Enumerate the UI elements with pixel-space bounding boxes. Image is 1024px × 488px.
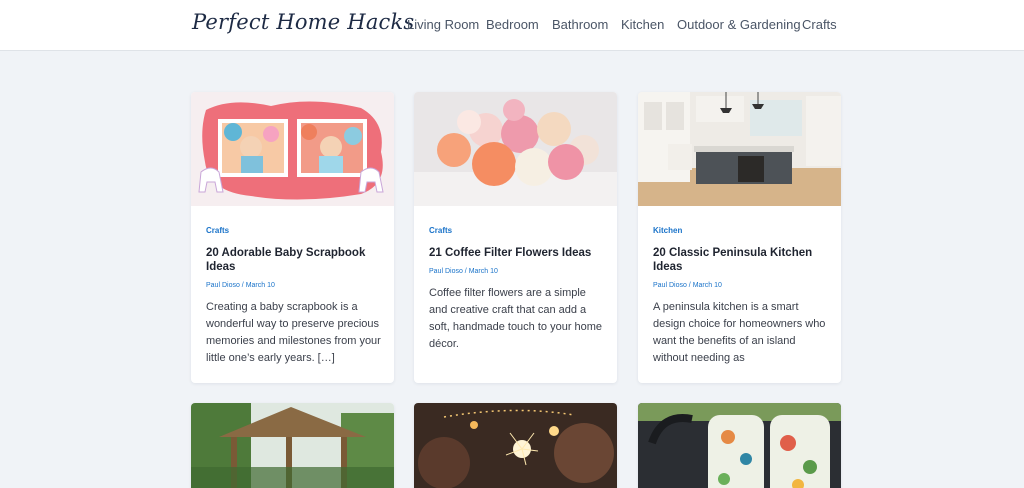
post-date: March 10: [692, 282, 722, 289]
post-thumbnail-peninsula-kitchen[interactable]: [638, 92, 841, 206]
post-author[interactable]: Paul Dioso: [429, 268, 463, 275]
post-thumbnail-sparklers[interactable]: [414, 403, 617, 488]
post-thumbnail-car-seat-covers[interactable]: [638, 403, 841, 488]
post-meta: Paul Dioso / March 10: [653, 282, 722, 289]
post-card[interactable]: Crafts 21 Coffee Filter Flowers Ideas Pa…: [414, 92, 617, 383]
site-header: Perfect Home Hacks Living Room Bedroom B…: [0, 0, 1024, 51]
post-excerpt: Coffee filter flowers are a simple and c…: [429, 287, 603, 350]
post-card[interactable]: [638, 403, 841, 488]
post-excerpt: Creating a baby scrapbook is a wonderful…: [206, 301, 381, 364]
post-meta: Paul Dioso / March 10: [429, 268, 498, 275]
post-title[interactable]: 20 Classic Peninsula Kitchen Ideas: [653, 246, 831, 274]
nav-item-outdoor-gardening[interactable]: Outdoor & Gardening: [677, 17, 801, 32]
post-thumbnail-coffee-filter-flowers[interactable]: [414, 92, 617, 206]
post-title[interactable]: 20 Adorable Baby Scrapbook Ideas: [206, 246, 384, 274]
post-card[interactable]: Kitchen 20 Classic Peninsula Kitchen Ide…: [638, 92, 841, 383]
post-author[interactable]: Paul Dioso: [653, 282, 687, 289]
nav-item-bathroom[interactable]: Bathroom: [552, 17, 608, 32]
post-card[interactable]: [414, 403, 617, 488]
post-meta: Paul Dioso / March 10: [206, 282, 275, 289]
post-title[interactable]: 21 Coffee Filter Flowers Ideas: [429, 246, 607, 260]
nav-item-bedroom[interactable]: Bedroom: [486, 17, 539, 32]
post-thumbnail-baby-scrapbook[interactable]: [191, 92, 394, 206]
post-excerpt: A peninsula kitchen is a smart design ch…: [653, 301, 826, 364]
post-card[interactable]: [191, 403, 394, 488]
nav-item-crafts[interactable]: Crafts: [802, 17, 837, 32]
post-card[interactable]: Crafts 20 Adorable Baby Scrapbook Ideas …: [191, 92, 394, 383]
post-date: March 10: [245, 282, 275, 289]
main-nav: Living Room Bedroom Bathroom Kitchen Out…: [0, 17, 1024, 35]
post-author[interactable]: Paul Dioso: [206, 282, 240, 289]
post-date: March 10: [468, 268, 498, 275]
post-thumbnail-gazebo[interactable]: [191, 403, 394, 488]
post-category[interactable]: Crafts: [206, 226, 229, 235]
nav-item-living-room[interactable]: Living Room: [407, 17, 479, 32]
nav-item-kitchen[interactable]: Kitchen: [621, 17, 664, 32]
post-category[interactable]: Crafts: [429, 226, 452, 235]
post-category[interactable]: Kitchen: [653, 226, 682, 235]
